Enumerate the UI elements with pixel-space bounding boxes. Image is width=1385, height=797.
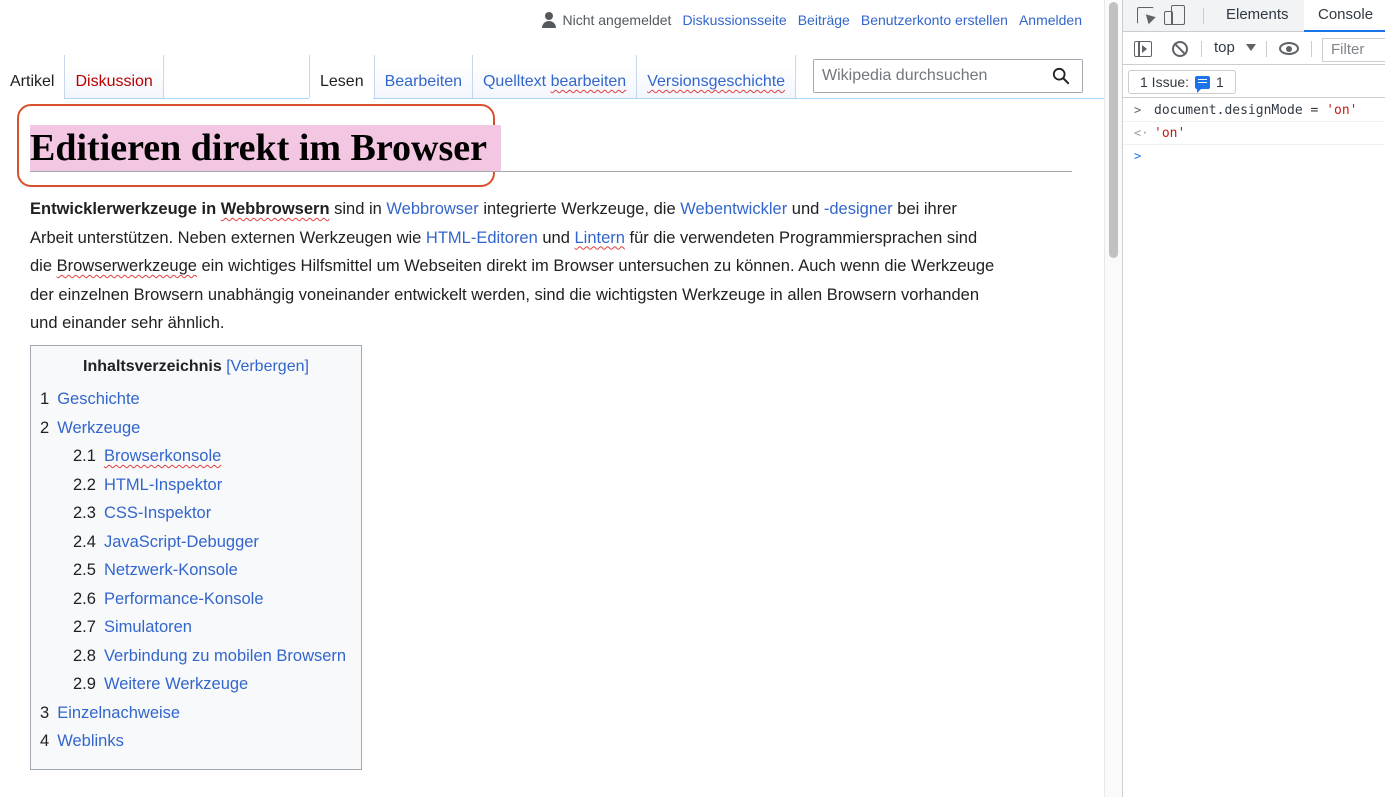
toc-item[interactable]: 1 Geschichte (40, 385, 346, 414)
tab-edit-source[interactable]: Quelltext bearbeiten (472, 55, 638, 99)
view-tabs: Lesen Bearbeiten Quelltext bearbeiten Ve… (309, 55, 797, 99)
issue-message-icon (1195, 75, 1211, 93)
toolbar-divider (1311, 41, 1312, 57)
scrollbar-thumb[interactable] (1109, 2, 1118, 258)
toc-item[interactable]: 2 Werkzeuge (40, 414, 346, 443)
console-input-value: 'on' (1326, 103, 1358, 118)
toolbar-divider (1266, 41, 1267, 57)
toc-item[interactable]: 2.4 JavaScript-Debugger (40, 528, 346, 557)
tab-console[interactable]: Console (1304, 0, 1385, 32)
title-rule (30, 171, 1072, 172)
toc-item[interactable]: 2.7 Simulatoren (40, 613, 346, 642)
issues-label: 1 Issue: (1140, 74, 1190, 90)
table-of-contents: Inhaltsverzeichnis [Verbergen] 1 Geschich… (30, 345, 362, 770)
toc-item[interactable]: 2.3 CSS-Inspektor (40, 499, 346, 528)
toc-item[interactable]: 2.9 Weitere Werkzeuge (40, 670, 346, 699)
toc-item[interactable]: 2.5 Netzwerk-Konsole (40, 556, 346, 585)
intro-bold-term: Entwicklerwerkzeuge in Webbrowsern (30, 200, 330, 218)
toc-header: Inhaltsverzeichnis [Verbergen] (31, 358, 361, 376)
toc-item[interactable]: 2.6 Performance-Konsole (40, 585, 346, 614)
issues-count: 1 (1216, 74, 1224, 90)
link-designer[interactable]: -designer (824, 200, 893, 218)
tab-divider (0, 98, 1104, 99)
input-chevron-icon: > (1134, 103, 1142, 117)
console-result-row: <· 'on' (1123, 122, 1385, 145)
user-icon (542, 12, 557, 28)
clear-console-icon[interactable] (1172, 41, 1188, 57)
dropdown-arrow-icon[interactable] (1246, 44, 1256, 51)
edit-source-word2: bearbeiten (550, 73, 627, 90)
article-intro: Entwicklerwerkzeuge in Webbrowsern sind … (30, 195, 1080, 338)
tab-read[interactable]: Lesen (309, 55, 375, 99)
login-status: Nicht angemeldet (562, 12, 672, 28)
console-log: > document.designMode = 'on' <· 'on' > (1123, 99, 1385, 168)
contributions-link[interactable]: Beiträge (798, 12, 850, 28)
link-webbrowser[interactable]: Webbrowser (386, 200, 478, 218)
intro-line: der einzelnen Browsern unabhängig vonein… (30, 285, 980, 304)
inspect-element-icon[interactable] (1137, 7, 1154, 24)
tab-elements[interactable]: Elements (1226, 0, 1289, 32)
tab-edit[interactable]: Bearbeiten (374, 55, 473, 99)
link-html-editoren[interactable]: HTML-Editoren (426, 229, 538, 247)
intro-line: Arbeit unterstützen. Neben externen Werk… (30, 228, 978, 247)
toc-item[interactable]: 2.2 HTML-Inspektor (40, 471, 346, 500)
page-title[interactable]: Editieren direkt im Browser (30, 125, 502, 171)
device-toolbar-icon[interactable] (1164, 5, 1185, 25)
console-filter-input[interactable]: Filter (1322, 38, 1385, 62)
live-expression-eye-icon[interactable] (1279, 42, 1299, 55)
link-webentwickler[interactable]: Webentwickler (680, 200, 787, 218)
console-toolbar: top Filter (1123, 33, 1385, 65)
tab-discussion[interactable]: Diskussion (65, 55, 164, 99)
toc-item[interactable]: 2.1 Browserkonsole (40, 442, 346, 471)
search-placeholder: Wikipedia durchsuchen (822, 67, 988, 84)
tab-history[interactable]: Versionsgeschichte (637, 55, 797, 99)
toc-item[interactable]: 3 Einzelnachweise (40, 699, 346, 728)
toc-toggle-link[interactable]: [Verbergen] (226, 358, 309, 375)
console-prompt-row[interactable]: > (1123, 145, 1385, 168)
devtools-panel: Elements Console top Filter 1 Issue: 1 >… (1122, 0, 1385, 797)
context-selector[interactable]: top (1214, 39, 1235, 56)
intro-line: und einander sehr ähnlich. (30, 314, 225, 332)
console-result-value: 'on' (1154, 126, 1186, 141)
toolbar-divider (1201, 41, 1202, 57)
result-chevron-icon: <· (1134, 126, 1149, 140)
namespace-tabs: Artikel Diskussion (0, 55, 164, 99)
tab-article[interactable]: Artikel (0, 55, 66, 99)
intro-line: Entwicklerwerkzeuge in Webbrowsern sind … (30, 200, 957, 218)
link-lintern[interactable]: Lintern (575, 229, 625, 247)
toolbar-divider (1203, 8, 1204, 24)
issues-button[interactable]: 1 Issue: 1 (1128, 70, 1236, 94)
edit-source-word1: Quelltext (482, 73, 551, 90)
toc-item[interactable]: 2.8 Verbindung zu mobilen Browsern (40, 642, 346, 671)
devtools-toolbar: Elements Console (1123, 0, 1385, 32)
filter-placeholder: Filter (1331, 41, 1365, 58)
personal-tools: Nicht angemeldet Diskussionsseite Beiträ… (542, 12, 1082, 28)
search-input[interactable]: Wikipedia durchsuchen (813, 59, 1083, 93)
search-icon[interactable] (1052, 67, 1070, 85)
console-input-row: > document.designMode = 'on' (1123, 99, 1385, 122)
console-input-code: document.designMode = (1154, 103, 1327, 118)
page-scrollbar[interactable] (1104, 0, 1122, 797)
tab-divider-gap-article (0, 98, 64, 99)
toc-item[interactable]: 4 Weblinks (40, 727, 346, 756)
toc-list: 1 Geschichte 2 Werkzeuge 2.1 Browserkonsole… (40, 385, 346, 756)
tab-divider-gap-read (309, 98, 373, 99)
wikipedia-page: Nicht angemeldet Diskussionsseite Beiträ… (0, 0, 1104, 797)
intro-line: die Browserwerkzeuge ein wichtiges Hilfs… (30, 257, 995, 275)
issues-bar: 1 Issue: 1 (1123, 66, 1385, 98)
create-account-link[interactable]: Benutzerkonto erstellen (861, 12, 1008, 28)
login-link[interactable]: Anmelden (1019, 12, 1082, 28)
talk-page-link[interactable]: Diskussionsseite (682, 12, 786, 28)
prompt-chevron-icon: > (1134, 149, 1142, 163)
toc-title: Inhaltsverzeichnis (83, 358, 222, 375)
show-sidebar-icon[interactable] (1134, 41, 1152, 57)
